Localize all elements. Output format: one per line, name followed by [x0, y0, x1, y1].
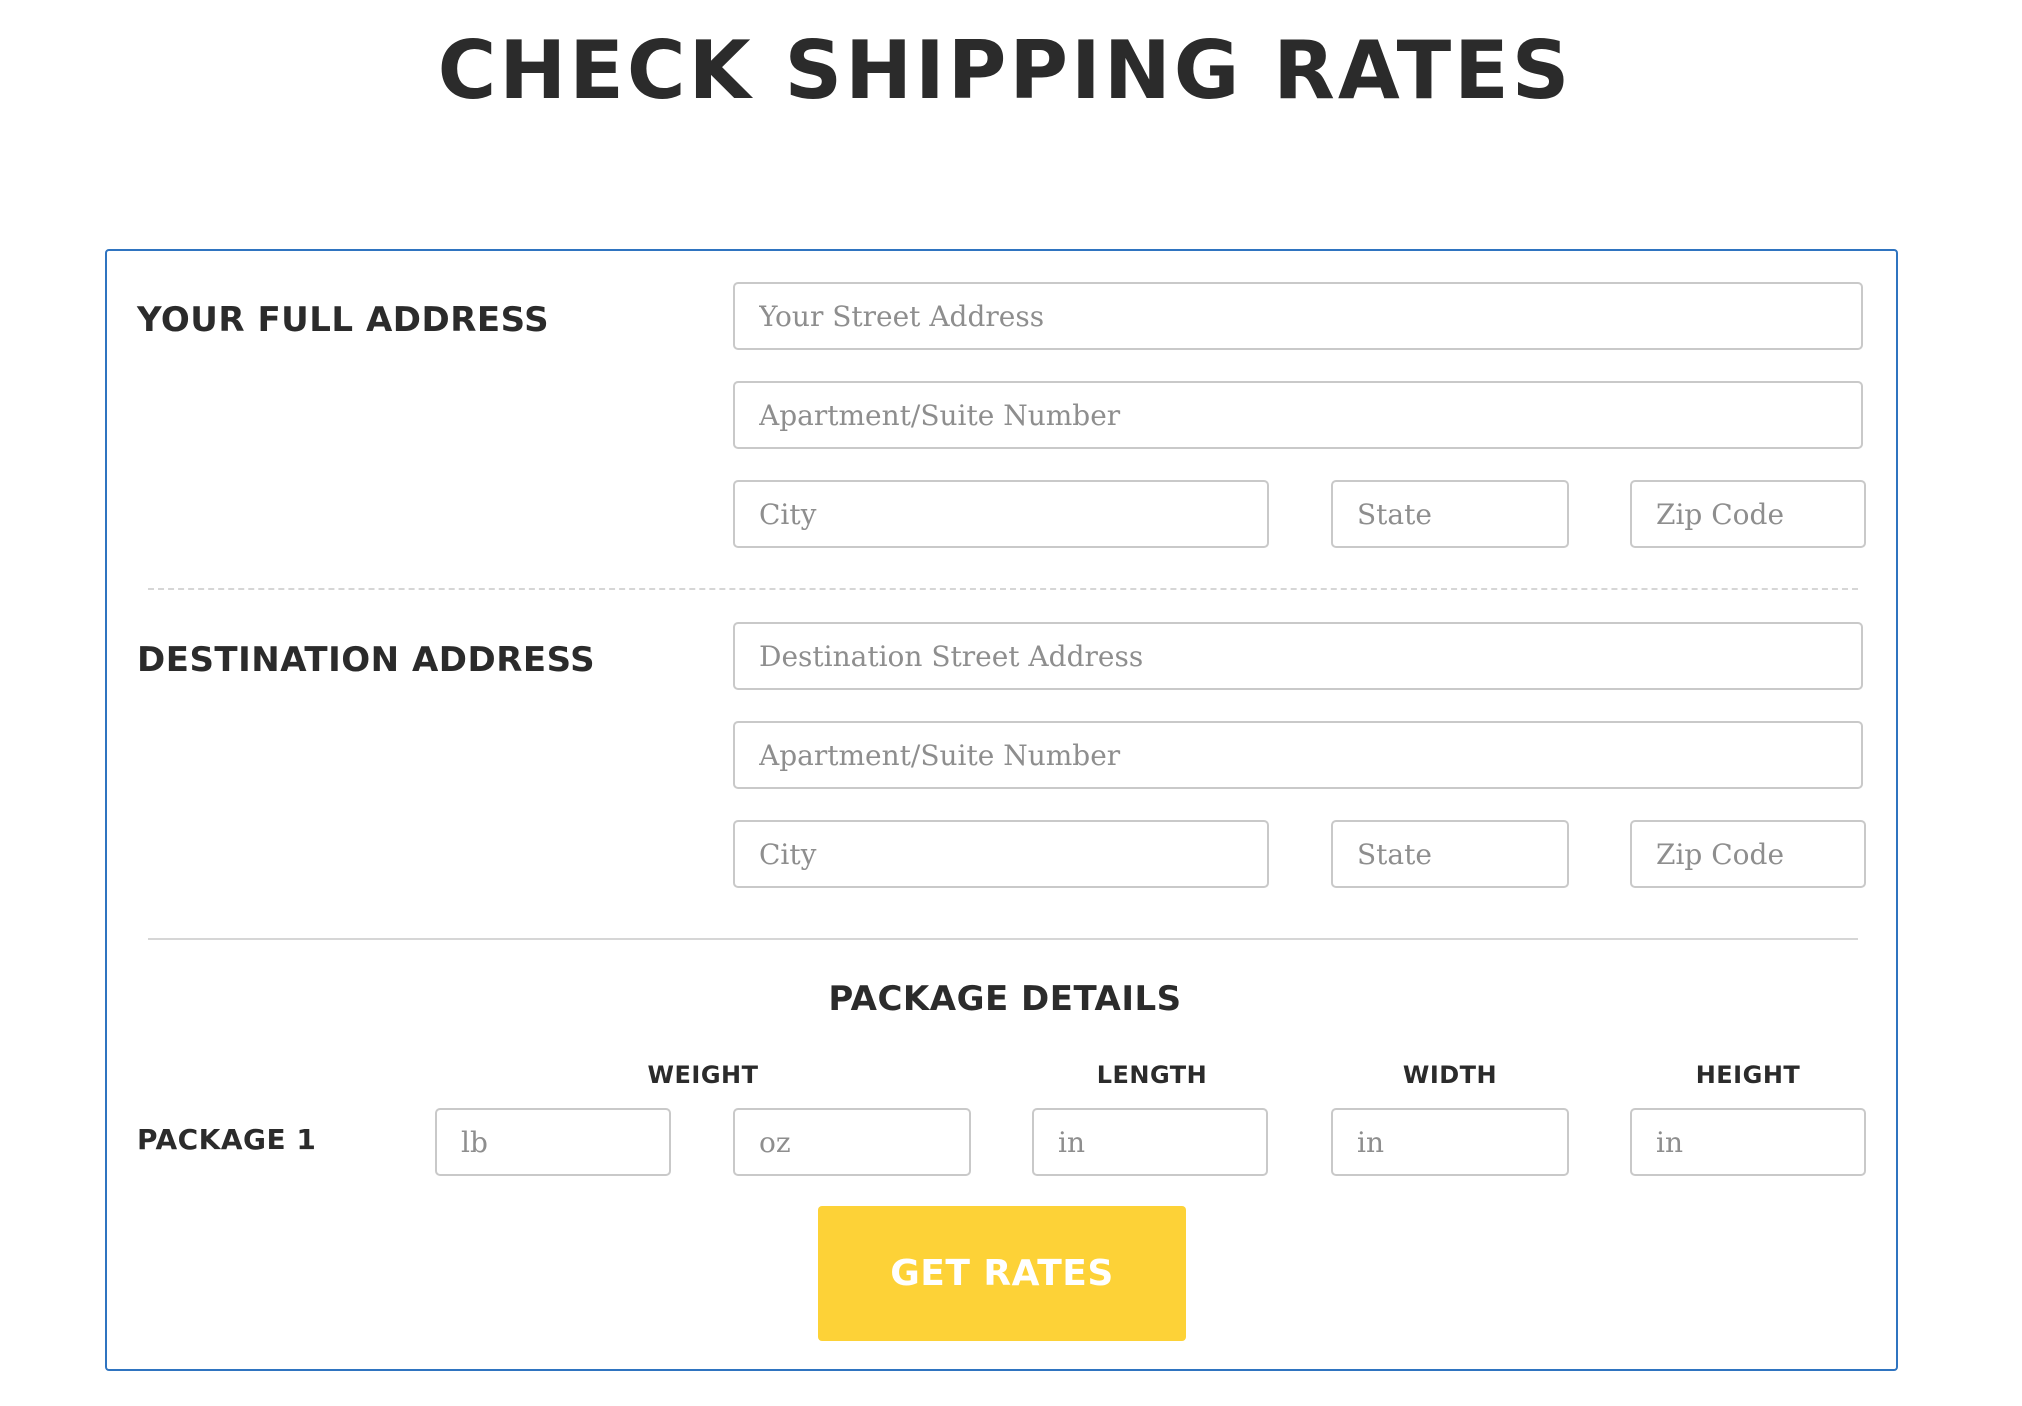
destination-street-address-input[interactable] — [733, 622, 1863, 690]
page-title: CHECK SHIPPING RATES — [437, 24, 1573, 117]
your-state-input[interactable] — [1331, 480, 1569, 548]
destination-apartment-input[interactable] — [733, 721, 1863, 789]
package-1-label: PACKAGE 1 — [137, 1123, 317, 1156]
package-details-heading: PACKAGE DETAILS — [828, 979, 1182, 1019]
destination-zip-code-input[interactable] — [1630, 820, 1866, 888]
height-input[interactable] — [1630, 1108, 1866, 1176]
destination-city-input[interactable] — [733, 820, 1269, 888]
destination-state-input[interactable] — [1331, 820, 1569, 888]
height-column-label: HEIGHT — [1695, 1061, 1801, 1089]
package-divider — [148, 938, 1858, 940]
length-column-label: LENGTH — [1096, 1061, 1208, 1089]
width-column-label: WIDTH — [1402, 1061, 1498, 1089]
destination-address-label: DESTINATION ADDRESS — [137, 640, 596, 680]
weight-oz-input[interactable] — [733, 1108, 971, 1176]
address-divider — [148, 588, 1858, 590]
your-address-label: YOUR FULL ADDRESS — [137, 300, 550, 340]
your-apartment-input[interactable] — [733, 381, 1863, 449]
your-city-input[interactable] — [733, 480, 1269, 548]
your-zip-code-input[interactable] — [1630, 480, 1866, 548]
length-input[interactable] — [1032, 1108, 1268, 1176]
get-rates-button[interactable]: GET RATES — [818, 1206, 1186, 1341]
weight-lb-input[interactable] — [435, 1108, 671, 1176]
width-input[interactable] — [1331, 1108, 1569, 1176]
weight-column-label: WEIGHT — [647, 1061, 759, 1089]
your-street-address-input[interactable] — [733, 282, 1863, 350]
